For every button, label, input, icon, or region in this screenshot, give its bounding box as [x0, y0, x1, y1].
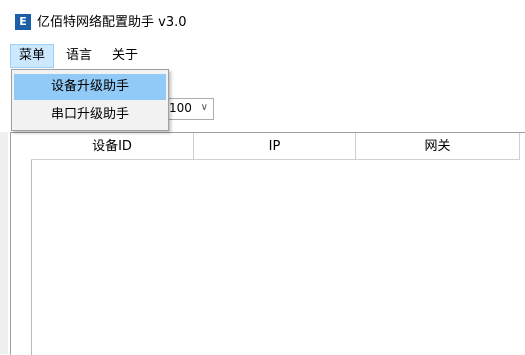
menu-bar: 菜单 语言 关于 [0, 44, 525, 68]
window-title: 亿佰特网络配置助手 v3.0 [37, 15, 187, 30]
left-strip [0, 132, 8, 354]
grid-header-row: 设备ID IP 网关 [11, 133, 525, 160]
menu-item-device-upgrade[interactable]: 设备升级助手 [14, 74, 166, 100]
column-header-device-id[interactable]: 设备ID [31, 133, 194, 160]
app-logo-icon: E [15, 14, 31, 30]
column-header-gateway[interactable]: 网关 [356, 133, 520, 160]
chevron-down-icon[interactable]: ∨ [201, 102, 208, 113]
menu-item-serial-upgrade[interactable]: 串口升级助手 [14, 102, 166, 128]
menu-menu[interactable]: 菜单 [10, 44, 55, 68]
row-header-column [11, 133, 32, 355]
column-header-ip[interactable]: IP [194, 133, 356, 160]
menu-about[interactable]: 关于 [104, 44, 146, 68]
title-bar: E 亿佰特网络配置助手 v3.0 [0, 0, 525, 44]
combo-value: 100 [169, 101, 192, 115]
menu-dropdown: 设备升级助手 串口升级助手 [11, 69, 169, 131]
device-grid[interactable]: 设备ID IP 网关 [10, 132, 525, 355]
menu-language[interactable]: 语言 [58, 44, 100, 68]
